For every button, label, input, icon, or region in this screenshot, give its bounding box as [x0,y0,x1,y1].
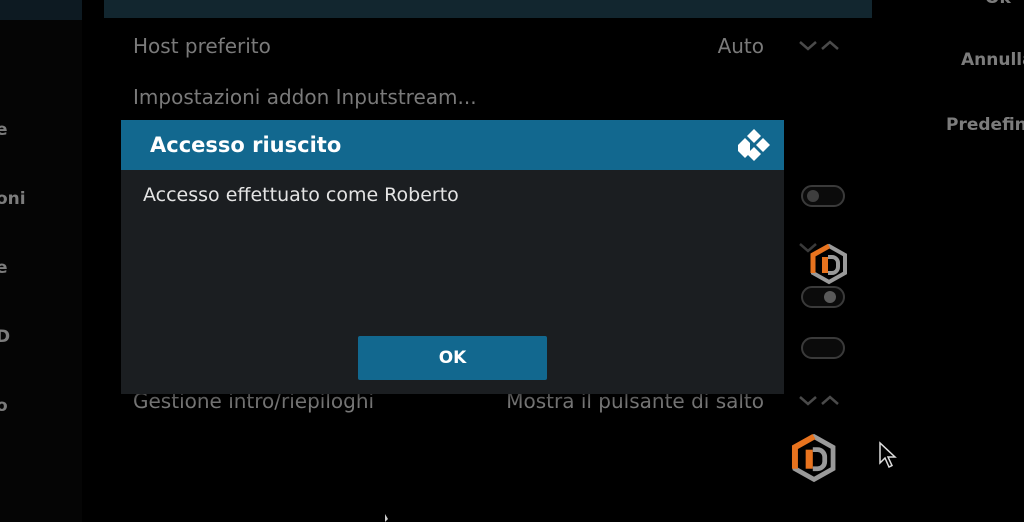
right-sidebar: Ok Annulla Predefinito [900,0,1024,522]
login-success-dialog: Accesso riuscito Accesso effettuato come… [121,120,784,394]
spinner-arrows-icon[interactable] [798,391,842,411]
cancel-side-button[interactable]: Annulla [961,50,1024,70]
mouse-pointer-icon [385,514,388,522]
setting-label: Impostazioni addon Inputstream... [133,85,477,109]
left-sidebar: e oni e D o [0,0,82,522]
dialog-message: Accesso effettuato come Roberto [143,184,459,206]
selected-row-highlight [104,0,872,18]
sidebar-item[interactable]: oni [0,189,26,209]
mouse-pointer-icon [879,441,897,469]
sidebar-item[interactable]: D [0,327,10,347]
toggle-switch[interactable] [801,337,845,359]
toggle-knob [824,291,836,303]
dialog-header: Accesso riuscito [121,120,784,170]
sidebar-item[interactable]: o [0,396,8,416]
addon-hex-icon [791,433,836,483]
left-sidebar-top [0,0,82,20]
ok-side-button[interactable]: Ok [985,0,1011,8]
sidebar-item[interactable]: e [0,258,8,278]
setting-label: Host preferito [133,34,271,58]
toggle-switch[interactable] [801,286,845,308]
setting-value: Auto [717,34,764,58]
toggle-switch[interactable] [801,185,845,207]
ok-button[interactable]: OK [358,336,547,380]
toggle-knob [807,190,819,202]
sidebar-item[interactable]: e [0,120,8,140]
kodi-logo-icon [738,129,770,161]
addon-hex-icon [810,243,847,285]
default-side-button[interactable]: Predefinito [946,115,1024,135]
dialog-title: Accesso riuscito [150,133,342,157]
spinner-arrows-icon[interactable] [798,36,842,56]
